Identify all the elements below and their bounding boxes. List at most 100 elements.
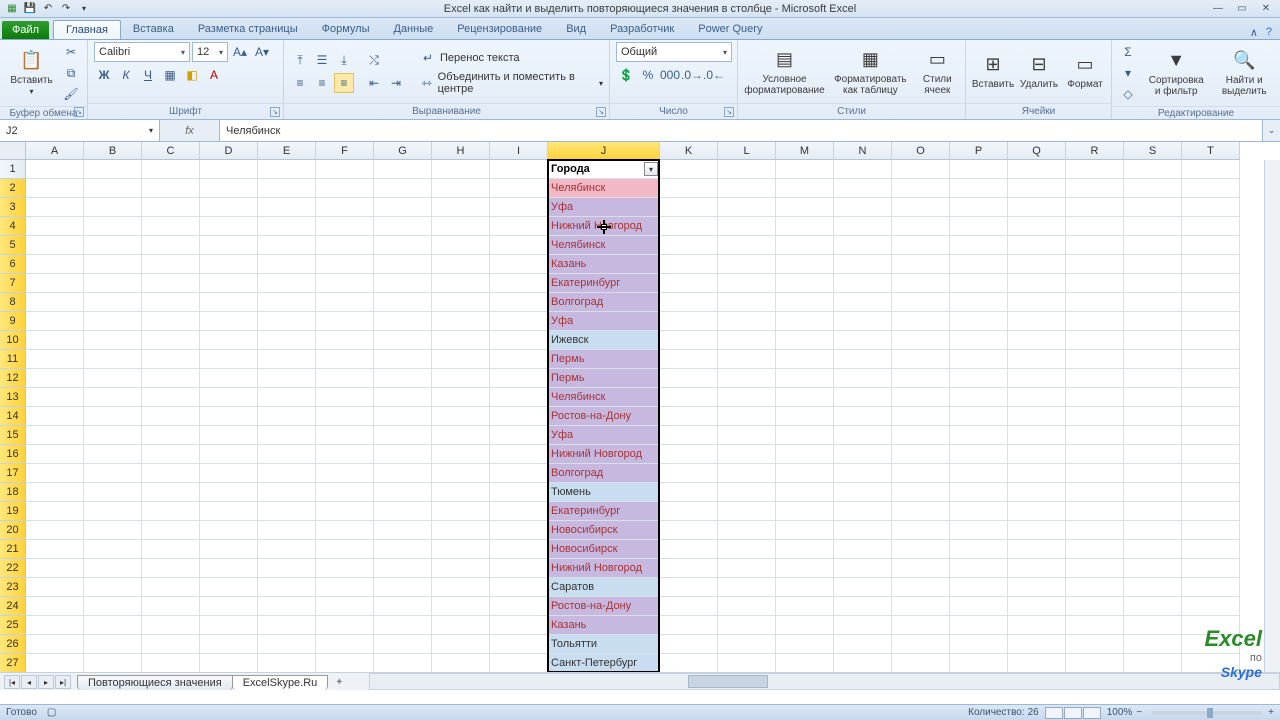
cell[interactable] <box>316 445 374 464</box>
cell[interactable] <box>316 274 374 293</box>
cell[interactable] <box>142 236 200 255</box>
cell[interactable] <box>950 274 1008 293</box>
cell[interactable] <box>1008 198 1066 217</box>
cell[interactable] <box>834 388 892 407</box>
cell[interactable] <box>374 426 432 445</box>
cell[interactable] <box>374 445 432 464</box>
cell[interactable] <box>1008 521 1066 540</box>
minimize-ribbon-icon[interactable]: ∧ <box>1250 26 1258 39</box>
cell[interactable] <box>1066 236 1124 255</box>
cell[interactable] <box>1066 369 1124 388</box>
cell[interactable] <box>490 502 548 521</box>
cell[interactable] <box>892 255 950 274</box>
fill-color-icon[interactable]: ◧ <box>182 65 202 85</box>
cell[interactable] <box>200 616 258 635</box>
cell[interactable] <box>1124 426 1182 445</box>
cell[interactable] <box>1124 616 1182 635</box>
cell[interactable] <box>950 255 1008 274</box>
cell[interactable] <box>490 255 548 274</box>
row-headers[interactable]: 1234567891011121314151617181920212223242… <box>0 160 26 690</box>
cell[interactable] <box>1066 179 1124 198</box>
cell[interactable] <box>490 274 548 293</box>
cell[interactable]: Казань <box>548 255 660 274</box>
increase-indent-icon[interactable]: ⇥ <box>386 73 406 93</box>
cell[interactable] <box>142 654 200 673</box>
cell[interactable] <box>374 464 432 483</box>
cell[interactable] <box>1008 426 1066 445</box>
cell[interactable] <box>776 217 834 236</box>
cell[interactable] <box>374 578 432 597</box>
align-right-icon[interactable]: ≡ <box>334 73 354 93</box>
cell[interactable] <box>1124 559 1182 578</box>
row-header[interactable]: 18 <box>0 483 26 502</box>
column-header[interactable]: D <box>200 142 258 160</box>
cell[interactable] <box>490 331 548 350</box>
cell[interactable] <box>1008 160 1066 179</box>
cell[interactable] <box>432 388 490 407</box>
cell[interactable] <box>26 616 84 635</box>
cell[interactable] <box>1066 502 1124 521</box>
cell[interactable] <box>432 293 490 312</box>
cell[interactable] <box>258 445 316 464</box>
cell[interactable] <box>84 540 142 559</box>
cell[interactable] <box>660 236 718 255</box>
cell[interactable] <box>1066 198 1124 217</box>
cell[interactable] <box>200 654 258 673</box>
row-header[interactable]: 2 <box>0 179 26 198</box>
cell[interactable] <box>374 483 432 502</box>
cell[interactable] <box>432 160 490 179</box>
cell[interactable] <box>834 445 892 464</box>
cell[interactable] <box>1008 236 1066 255</box>
cell[interactable] <box>200 445 258 464</box>
cell[interactable] <box>26 654 84 673</box>
cell[interactable] <box>892 274 950 293</box>
cell[interactable] <box>834 483 892 502</box>
cell[interactable] <box>374 160 432 179</box>
cell[interactable] <box>776 312 834 331</box>
cell[interactable] <box>892 597 950 616</box>
dialog-launcher-icon[interactable]: ↘ <box>270 107 280 117</box>
cell[interactable] <box>316 179 374 198</box>
maximize-button[interactable]: ▭ <box>1232 2 1252 16</box>
cell[interactable] <box>950 540 1008 559</box>
cell[interactable] <box>142 293 200 312</box>
insert-cells-button[interactable]: ⊞Вставить <box>972 51 1014 92</box>
cell[interactable] <box>490 160 548 179</box>
cell[interactable] <box>834 236 892 255</box>
cell[interactable] <box>200 578 258 597</box>
cell[interactable] <box>1124 236 1182 255</box>
number-format-combo[interactable]: Общий▾ <box>616 42 732 62</box>
cell[interactable] <box>892 236 950 255</box>
cell[interactable] <box>1008 255 1066 274</box>
find-select-button[interactable]: 🔍Найти и выделить <box>1214 47 1274 99</box>
cell[interactable] <box>1124 407 1182 426</box>
cells-area[interactable]: ГородаЧелябинскУфаНижний НовгородЧелябин… <box>26 160 1264 674</box>
decrease-font-icon[interactable]: A▾ <box>252 42 272 62</box>
cell[interactable] <box>1182 502 1240 521</box>
align-left-icon[interactable]: ≡ <box>290 73 310 93</box>
cell[interactable] <box>834 540 892 559</box>
cell[interactable] <box>316 654 374 673</box>
cell[interactable] <box>316 293 374 312</box>
cell[interactable] <box>1182 350 1240 369</box>
cell[interactable] <box>84 578 142 597</box>
cell[interactable]: Волгоград <box>548 464 660 483</box>
cell[interactable]: Челябинск <box>548 388 660 407</box>
cell[interactable] <box>142 160 200 179</box>
cell[interactable] <box>1008 559 1066 578</box>
cell[interactable] <box>316 217 374 236</box>
cell[interactable] <box>374 179 432 198</box>
cell[interactable] <box>432 578 490 597</box>
bold-button[interactable]: Ж <box>94 65 114 85</box>
cell[interactable]: Казань <box>548 616 660 635</box>
cell[interactable] <box>200 350 258 369</box>
cell[interactable] <box>892 559 950 578</box>
cell[interactable] <box>892 293 950 312</box>
cell[interactable] <box>1008 483 1066 502</box>
cell[interactable]: Екатеринбург <box>548 502 660 521</box>
cell[interactable] <box>834 350 892 369</box>
save-icon[interactable]: 💾 <box>22 1 38 17</box>
tab-данные[interactable]: Данные <box>381 20 445 39</box>
merge-center-button[interactable]: ⇿Объединить и поместить в центре▾ <box>418 71 603 95</box>
cell[interactable] <box>718 312 776 331</box>
